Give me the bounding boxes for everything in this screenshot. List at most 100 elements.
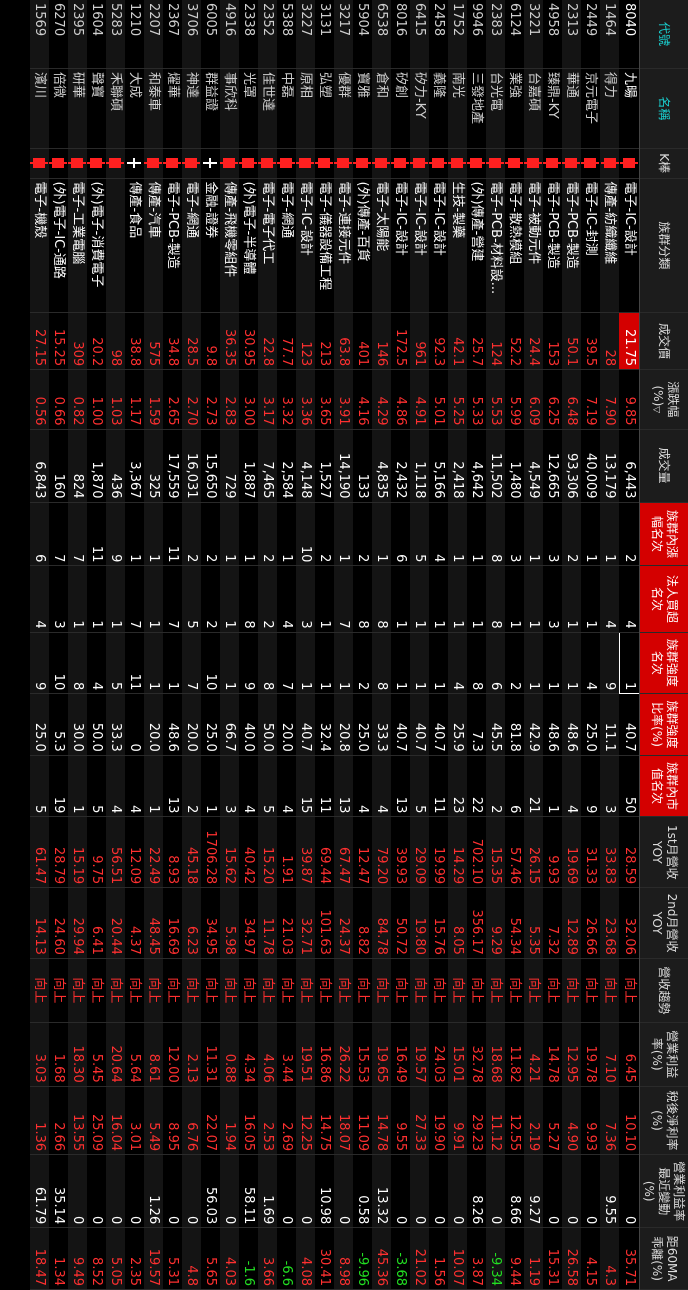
group-label: 電子-PCB-製造 <box>562 178 581 313</box>
table-row[interactable]: 2367 燿華 電子-PCB-製造 34.8 2.65 17,559 11 7 1 48.6 13 8… <box>163 0 182 1290</box>
op-margin-qoq-cell: 10.98 <box>315 1154 334 1228</box>
rev-trend-cell: 向上 <box>277 958 296 1023</box>
table-row[interactable]: 2313 華通 電子-PCB-製造 50.1 6.48 93,306 2 1 1 48.6 4 19.… <box>562 0 581 1290</box>
table-row[interactable]: 3706 神達 電子-網通 28.5 2.70 16,031 2 5 7 20.0 2 45.18 6.… <box>182 0 201 1290</box>
table-row[interactable]: 2207 和泰車 傳產-汽車 575 1.59 325 1 1 1 20.0 1 22.49 48.45… <box>144 0 163 1290</box>
table-row[interactable]: 6415 矽力-KY 電子-IC-設計 961 4.91 1,118 5 1 1 40.7 5 29.… <box>410 0 429 1290</box>
change-pct-cell: 5.53 <box>486 369 505 430</box>
table-row[interactable]: 1752 南光 生技-製藥 42.1 5.25 2,418 1 1 4 25.9 23 14.29 8.… <box>448 0 467 1290</box>
sort-down-icon[interactable]: ▽ <box>651 406 661 413</box>
group-strength-rank-cell: 8 <box>258 632 277 694</box>
table-row[interactable]: 4958 臻鼎-KY 電子-PCB-製造 153 6.25 12,665 3 3 1 48.6 1 9… <box>543 0 562 1290</box>
group-rank-change-cell: 1 <box>125 502 144 566</box>
rev-yoy-1st-cell: 39.93 <box>391 816 410 888</box>
inst-buy-rank-cell: 4 <box>277 565 296 633</box>
table-row[interactable]: 2449 京元電子 電子-IC-封測 39.5 7.19 40,009 1 1 4 25.0 9 31… <box>581 0 600 1290</box>
table-row[interactable]: 4916 事欣科 傳產-飛機零組件 36.35 2.83 729 1 1 1 66.7 3 15.62… <box>220 0 239 1290</box>
table-row[interactable]: 5904 寶雅 (外)傳產-百貨 401 4.16 133 2 8 2 25.0 4 12.47 8.8… <box>353 0 372 1290</box>
group-mktcap-rank-cell: 2 <box>486 755 505 817</box>
col-name[interactable]: 名稱 <box>639 68 688 149</box>
col-rev-yoy-1st[interactable]: 1st月營收YOY <box>639 816 688 888</box>
group-rank-change-cell: 5 <box>410 502 429 566</box>
table-row[interactable]: 1210 大成 傳產-食品 38.8 1.17 3,367 1 7 11 0 4 12.09 4.37 向… <box>125 0 144 1290</box>
table-row[interactable]: 2395 研華 電子-工業電腦 309 0.82 824 7 1 8 30.0 1 15.19 29.9… <box>68 0 87 1290</box>
table-row[interactable]: 1569 濱川 電子-機殼 27.15 0.56 6,843 6 4 9 25.0 5 61.47 14… <box>30 0 49 1290</box>
stock-code: 4916 <box>220 0 239 69</box>
rev-yoy-1st-cell: 40.42 <box>239 816 258 888</box>
col-volume[interactable]: 成交量 <box>639 429 688 503</box>
group-label: 電子-太陽能 <box>372 178 391 313</box>
col-group-rank-change[interactable]: 族群內漲幅名次 <box>639 502 688 566</box>
group-strength-rank-cell: 11 <box>125 632 144 694</box>
ma60-dev-cell: 4.08 <box>296 1227 315 1290</box>
rev-yoy-2nd-cell: 34.95 <box>201 887 220 959</box>
rev-yoy-1st-cell: 8.93 <box>163 816 182 888</box>
table-row[interactable]: 3131 弘塑 電子-儀器設備工程 213 3.65 1,527 2 1 1 32.4 11 69.4… <box>315 0 334 1290</box>
net-margin-cell: 6.76 <box>182 1086 201 1155</box>
table-row[interactable]: 3227 原相 電子-IC-設計 123 3.36 4,148 10 3 1 40.7 15 39.8… <box>296 0 315 1290</box>
col-op-margin-qoq[interactable]: 營業利益率最近變動(%) <box>639 1154 688 1228</box>
volume-cell: 1,118 <box>410 429 429 503</box>
inst-buy-rank-cell: 4 <box>600 565 620 633</box>
table-row[interactable]: 5388 中磊 電子-網通 77.7 3.32 2,584 1 4 7 20.0 4 1.91 21.0… <box>277 0 296 1290</box>
table-row[interactable]: 1604 聲寶 (外)電子-消費電子 20.2 1.00 1,870 11 1 4 50.0 5 9.… <box>87 0 106 1290</box>
candlestick-icon <box>71 158 84 169</box>
inst-buy-rank-cell: 2 <box>201 565 220 633</box>
net-margin-cell: 11.09 <box>353 1086 372 1155</box>
col-rev-trend[interactable]: 營收趨勢 <box>639 958 688 1023</box>
table-row[interactable]: 8016 矽創 電子-IC-設計 172.5 4.86 2,432 6 1 1 40.7 13 39.… <box>391 0 410 1290</box>
table-row[interactable]: 2458 義隆 電子-IC-設計 92.3 5.01 5,166 4 1 1 40.7 11 19.9… <box>429 0 448 1290</box>
change-pct-cell: 4.29 <box>372 369 391 430</box>
op-margin-qoq-cell: 0 <box>125 1154 144 1228</box>
col-group[interactable]: 族群分類 <box>639 178 688 313</box>
net-margin-cell: 8.95 <box>163 1086 182 1155</box>
group-label: 生技-製藥 <box>448 178 467 313</box>
table-row[interactable]: 2338 光罩 (外)電子-半導體 30.95 3.00 1,887 1 8 9 40.0 4 40.… <box>239 0 258 1290</box>
stock-code: 1752 <box>448 0 467 69</box>
op-margin-qoq-cell: 58.11 <box>239 1154 258 1228</box>
table-row[interactable]: 6270 倍微 (外)電子-IC-通路 15.25 0.66 160 7 3 10 5.3 19 28… <box>49 0 68 1290</box>
ma60-dev-cell: 26.58 <box>562 1227 581 1290</box>
group-strength-rank-cell: 1 <box>562 632 581 694</box>
net-margin-cell: 18.07 <box>334 1086 353 1155</box>
group-strength-ratio-cell: 7.3 <box>467 693 486 756</box>
rev-trend-cell: 向上 <box>163 958 182 1023</box>
group-strength-ratio-cell: 81.8 <box>505 693 524 756</box>
stock-name: 得力 <box>600 68 620 149</box>
group-mktcap-rank-cell: 19 <box>49 755 68 817</box>
rev-trend-cell: 向上 <box>353 958 372 1023</box>
table-row[interactable]: 2352 佳世達 電子-電子代工 22.8 3.17 7,465 2 2 8 50.0 5 15.20… <box>258 0 277 1290</box>
table-row[interactable]: 6005 群益證 金融-證券 9.8 2.73 15,650 2 2 10 25.0 1 1706.2… <box>201 0 220 1290</box>
table-row[interactable]: 3217 優群 電子-連接元件 63.8 3.91 14,190 1 7 1 20.8 13 67.4… <box>334 0 353 1290</box>
inst-buy-rank-cell: 7 <box>163 565 182 633</box>
price-cell: 39.5 <box>581 312 600 370</box>
col-price[interactable]: 成交價 <box>639 312 688 370</box>
table-row[interactable]: 8040 九暘 電子-IC-設計 21.75 9.85 6,443 2 4 1 40.7 50 28.… <box>619 0 640 1290</box>
table-row[interactable]: 6538 倉和 電子-太陽能 146 4.29 4,835 1 8 8 33.3 4 79.20 84.… <box>372 0 391 1290</box>
table-row[interactable]: 9946 三發地產 (外)傳產-營建 25.7 5.33 4,642 1 1 8 7.3 22 702… <box>467 0 486 1290</box>
col-inst-buy-rank[interactable]: 法人買超名次 <box>639 565 688 633</box>
table-row[interactable]: 1464 得力 傳產-紡織纖維 28 7.90 13,179 1 4 9 11.1 3 33.83 23… <box>600 0 620 1290</box>
col-op-margin[interactable]: 營業利益率(%) <box>639 1022 688 1087</box>
group-strength-rank-cell: 4 <box>581 632 600 694</box>
table-row[interactable]: 2383 台光電 電子-PCB-材料設... 124 5.53 11,502 8 8 6 45.5… <box>486 0 505 1290</box>
col-net-margin[interactable]: 稅後淨利率(%) <box>639 1086 688 1155</box>
col-code[interactable]: 代號 <box>639 0 688 69</box>
net-margin-cell: 2.53 <box>258 1086 277 1155</box>
volume-cell: 15,650 <box>201 429 220 503</box>
table-row[interactable]: 6124 業強 電子-散熱模組 52.2 5.99 1,480 3 1 2 81.8 6 57.46 5… <box>505 0 524 1290</box>
candlestick-icon <box>223 158 236 169</box>
col-change-pct[interactable]: 漲跌幅(%)▽ <box>639 369 688 430</box>
op-margin-qoq-cell: 0 <box>619 1154 640 1228</box>
col-ma60-dev[interactable]: 距60MA乖離(%) <box>639 1227 688 1290</box>
col-group-mktcap-rank[interactable]: 族群內市值名次 <box>639 755 688 817</box>
col-k[interactable]: K棒 <box>639 148 688 178</box>
candlestick-icon <box>451 158 464 169</box>
k-bar <box>87 148 106 178</box>
op-margin-qoq-cell: 0 <box>391 1154 410 1228</box>
col-group-strength-ratio[interactable]: 族群強度比率(%) <box>639 693 688 756</box>
table-row[interactable]: 3221 台嘉碩 電子-被動元件 24.4 6.09 4,549 1 1 1 42.9 21 26.1… <box>524 0 543 1290</box>
col-group-strength-rank[interactable]: 族群強度名次 <box>639 632 688 694</box>
table-row[interactable]: 5283 禾聯碩 98 1.03 436 9 1 5 33.3 4 56.51 20.44 向上 20.6… <box>106 0 125 1290</box>
col-rev-yoy-2nd[interactable]: 2nd月營收YOY <box>639 887 688 959</box>
